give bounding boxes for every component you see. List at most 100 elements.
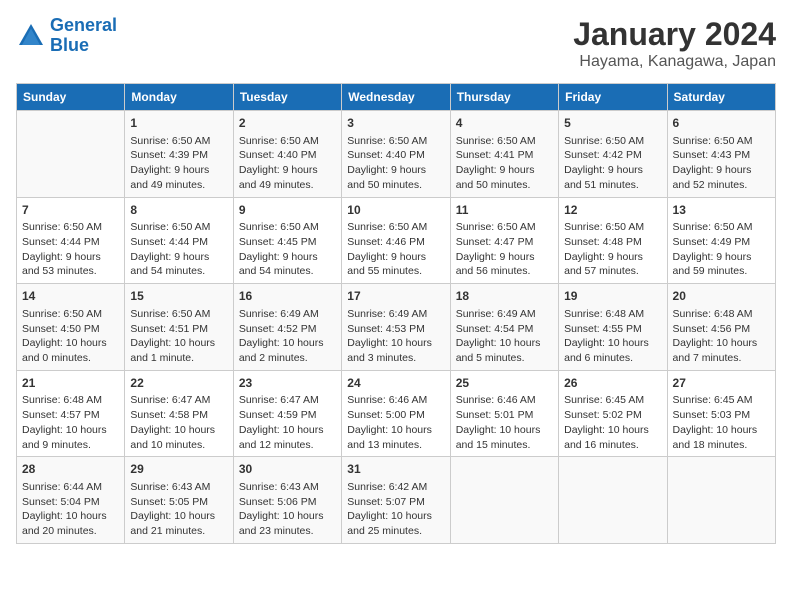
- day-number: 26: [564, 375, 661, 392]
- day-info: Sunrise: 6:50 AM Sunset: 4:51 PM Dayligh…: [130, 307, 227, 366]
- day-number: 25: [456, 375, 553, 392]
- day-info: Sunrise: 6:50 AM Sunset: 4:40 PM Dayligh…: [347, 134, 444, 193]
- day-number: 13: [673, 202, 770, 219]
- logo: General Blue: [16, 16, 117, 56]
- calendar-cell: 4 Sunrise: 6:50 AM Sunset: 4:41 PM Daylig…: [450, 111, 558, 198]
- calendar-cell: 8Sunrise: 6:50 AM Sunset: 4:44 PM Daylig…: [125, 197, 233, 284]
- day-info: Sunrise: 6:47 AM Sunset: 4:59 PM Dayligh…: [239, 393, 336, 452]
- day-info: Sunrise: 6:49 AM Sunset: 4:54 PM Dayligh…: [456, 307, 553, 366]
- calendar-cell: [450, 457, 558, 544]
- weekday-header-friday: Friday: [559, 84, 667, 111]
- day-number: 3: [347, 115, 444, 132]
- calendar-cell: 9Sunrise: 6:50 AM Sunset: 4:45 PM Daylig…: [233, 197, 341, 284]
- day-info: Sunrise: 6:50 AM Sunset: 4:41 PM Dayligh…: [456, 134, 553, 193]
- calendar-cell: 22Sunrise: 6:47 AM Sunset: 4:58 PM Dayli…: [125, 370, 233, 457]
- day-number: 21: [22, 375, 119, 392]
- calendar-cell: 2 Sunrise: 6:50 AM Sunset: 4:40 PM Daylig…: [233, 111, 341, 198]
- page-header: General Blue January 2024 Hayama, Kanaga…: [16, 16, 776, 71]
- calendar-cell: 30Sunrise: 6:43 AM Sunset: 5:06 PM Dayli…: [233, 457, 341, 544]
- day-info: Sunrise: 6:45 AM Sunset: 5:03 PM Dayligh…: [673, 393, 770, 452]
- day-number: 9: [239, 202, 336, 219]
- calendar-cell: 12Sunrise: 6:50 AM Sunset: 4:48 PM Dayli…: [559, 197, 667, 284]
- calendar-cell: 20 Sunrise: 6:48 AM Sunset: 4:56 PM Dayli…: [667, 284, 775, 371]
- day-info: Sunrise: 6:50 AM Sunset: 4:47 PM Dayligh…: [456, 220, 553, 279]
- day-info: Sunrise: 6:48 AM Sunset: 4:56 PM Dayligh…: [673, 307, 770, 366]
- day-info: Sunrise: 6:50 AM Sunset: 4:40 PM Dayligh…: [239, 134, 336, 193]
- calendar-cell: 27Sunrise: 6:45 AM Sunset: 5:03 PM Dayli…: [667, 370, 775, 457]
- calendar-title: January 2024: [573, 16, 776, 53]
- day-number: 8: [130, 202, 227, 219]
- day-info: Sunrise: 6:50 AM Sunset: 4:50 PM Dayligh…: [22, 307, 119, 366]
- calendar-cell: 15 Sunrise: 6:50 AM Sunset: 4:51 PM Dayli…: [125, 284, 233, 371]
- day-info: Sunrise: 6:50 AM Sunset: 4:43 PM Dayligh…: [673, 134, 770, 193]
- calendar-cell: 16Sunrise: 6:49 AM Sunset: 4:52 PM Dayli…: [233, 284, 341, 371]
- calendar-cell: 23Sunrise: 6:47 AM Sunset: 4:59 PM Dayli…: [233, 370, 341, 457]
- calendar-cell: 7Sunrise: 6:50 AM Sunset: 4:44 PM Daylig…: [17, 197, 125, 284]
- day-info: Sunrise: 6:45 AM Sunset: 5:02 PM Dayligh…: [564, 393, 661, 452]
- calendar-cell: 13Sunrise: 6:50 AM Sunset: 4:49 PM Dayli…: [667, 197, 775, 284]
- calendar-cell: 21Sunrise: 6:48 AM Sunset: 4:57 PM Dayli…: [17, 370, 125, 457]
- calendar-week-row: 7Sunrise: 6:50 AM Sunset: 4:44 PM Daylig…: [17, 197, 776, 284]
- weekday-header-sunday: Sunday: [17, 84, 125, 111]
- calendar-cell: 10Sunrise: 6:50 AM Sunset: 4:46 PM Dayli…: [342, 197, 450, 284]
- calendar-week-row: 21Sunrise: 6:48 AM Sunset: 4:57 PM Dayli…: [17, 370, 776, 457]
- calendar-cell: 17Sunrise: 6:49 AM Sunset: 4:53 PM Dayli…: [342, 284, 450, 371]
- day-info: Sunrise: 6:42 AM Sunset: 5:07 PM Dayligh…: [347, 480, 444, 539]
- day-info: Sunrise: 6:48 AM Sunset: 4:57 PM Dayligh…: [22, 393, 119, 452]
- calendar-cell: 6 Sunrise: 6:50 AM Sunset: 4:43 PM Daylig…: [667, 111, 775, 198]
- day-info: Sunrise: 6:46 AM Sunset: 5:00 PM Dayligh…: [347, 393, 444, 452]
- day-info: Sunrise: 6:50 AM Sunset: 4:45 PM Dayligh…: [239, 220, 336, 279]
- day-number: 24: [347, 375, 444, 392]
- day-info: Sunrise: 6:50 AM Sunset: 4:48 PM Dayligh…: [564, 220, 661, 279]
- day-info: Sunrise: 6:50 AM Sunset: 4:39 PM Dayligh…: [130, 134, 227, 193]
- calendar-subtitle: Hayama, Kanagawa, Japan: [573, 53, 776, 71]
- calendar-cell: 11Sunrise: 6:50 AM Sunset: 4:47 PM Dayli…: [450, 197, 558, 284]
- day-number: 19: [564, 288, 661, 305]
- calendar-week-row: 28 Sunrise: 6:44 AM Sunset: 5:04 PM Dayli…: [17, 457, 776, 544]
- calendar-cell: [17, 111, 125, 198]
- day-number: 27: [673, 375, 770, 392]
- day-number: 15: [130, 288, 227, 305]
- calendar-cell: 18 Sunrise: 6:49 AM Sunset: 4:54 PM Dayli…: [450, 284, 558, 371]
- day-number: 4: [456, 115, 553, 132]
- day-info: Sunrise: 6:50 AM Sunset: 4:46 PM Dayligh…: [347, 220, 444, 279]
- day-info: Sunrise: 6:46 AM Sunset: 5:01 PM Dayligh…: [456, 393, 553, 452]
- day-number: 1: [130, 115, 227, 132]
- calendar-week-row: 14Sunrise: 6:50 AM Sunset: 4:50 PM Dayli…: [17, 284, 776, 371]
- day-number: 23: [239, 375, 336, 392]
- calendar-cell: 29Sunrise: 6:43 AM Sunset: 5:05 PM Dayli…: [125, 457, 233, 544]
- calendar-cell: [667, 457, 775, 544]
- day-number: 12: [564, 202, 661, 219]
- day-info: Sunrise: 6:50 AM Sunset: 4:44 PM Dayligh…: [130, 220, 227, 279]
- day-number: 22: [130, 375, 227, 392]
- day-number: 20: [673, 288, 770, 305]
- calendar-cell: 1 Sunrise: 6:50 AM Sunset: 4:39 PM Daylig…: [125, 111, 233, 198]
- logo-text: General Blue: [50, 16, 117, 56]
- day-info: Sunrise: 6:43 AM Sunset: 5:06 PM Dayligh…: [239, 480, 336, 539]
- calendar-cell: 25Sunrise: 6:46 AM Sunset: 5:01 PM Dayli…: [450, 370, 558, 457]
- weekday-header-thursday: Thursday: [450, 84, 558, 111]
- day-number: 6: [673, 115, 770, 132]
- calendar-cell: 3 Sunrise: 6:50 AM Sunset: 4:40 PM Daylig…: [342, 111, 450, 198]
- weekday-header-wednesday: Wednesday: [342, 84, 450, 111]
- calendar-cell: 26Sunrise: 6:45 AM Sunset: 5:02 PM Dayli…: [559, 370, 667, 457]
- weekday-header-tuesday: Tuesday: [233, 84, 341, 111]
- day-number: 5: [564, 115, 661, 132]
- day-info: Sunrise: 6:44 AM Sunset: 5:04 PM Dayligh…: [22, 480, 119, 539]
- day-number: 2: [239, 115, 336, 132]
- title-block: January 2024 Hayama, Kanagawa, Japan: [573, 16, 776, 71]
- day-number: 29: [130, 461, 227, 478]
- day-info: Sunrise: 6:50 AM Sunset: 4:44 PM Dayligh…: [22, 220, 119, 279]
- day-number: 11: [456, 202, 553, 219]
- day-info: Sunrise: 6:50 AM Sunset: 4:42 PM Dayligh…: [564, 134, 661, 193]
- day-number: 7: [22, 202, 119, 219]
- calendar-table: SundayMondayTuesdayWednesdayThursdayFrid…: [16, 83, 776, 544]
- calendar-cell: 28 Sunrise: 6:44 AM Sunset: 5:04 PM Dayli…: [17, 457, 125, 544]
- day-number: 17: [347, 288, 444, 305]
- day-number: 28: [22, 461, 119, 478]
- calendar-cell: 24Sunrise: 6:46 AM Sunset: 5:00 PM Dayli…: [342, 370, 450, 457]
- day-number: 18: [456, 288, 553, 305]
- weekday-header-row: SundayMondayTuesdayWednesdayThursdayFrid…: [17, 84, 776, 111]
- day-info: Sunrise: 6:50 AM Sunset: 4:49 PM Dayligh…: [673, 220, 770, 279]
- day-number: 16: [239, 288, 336, 305]
